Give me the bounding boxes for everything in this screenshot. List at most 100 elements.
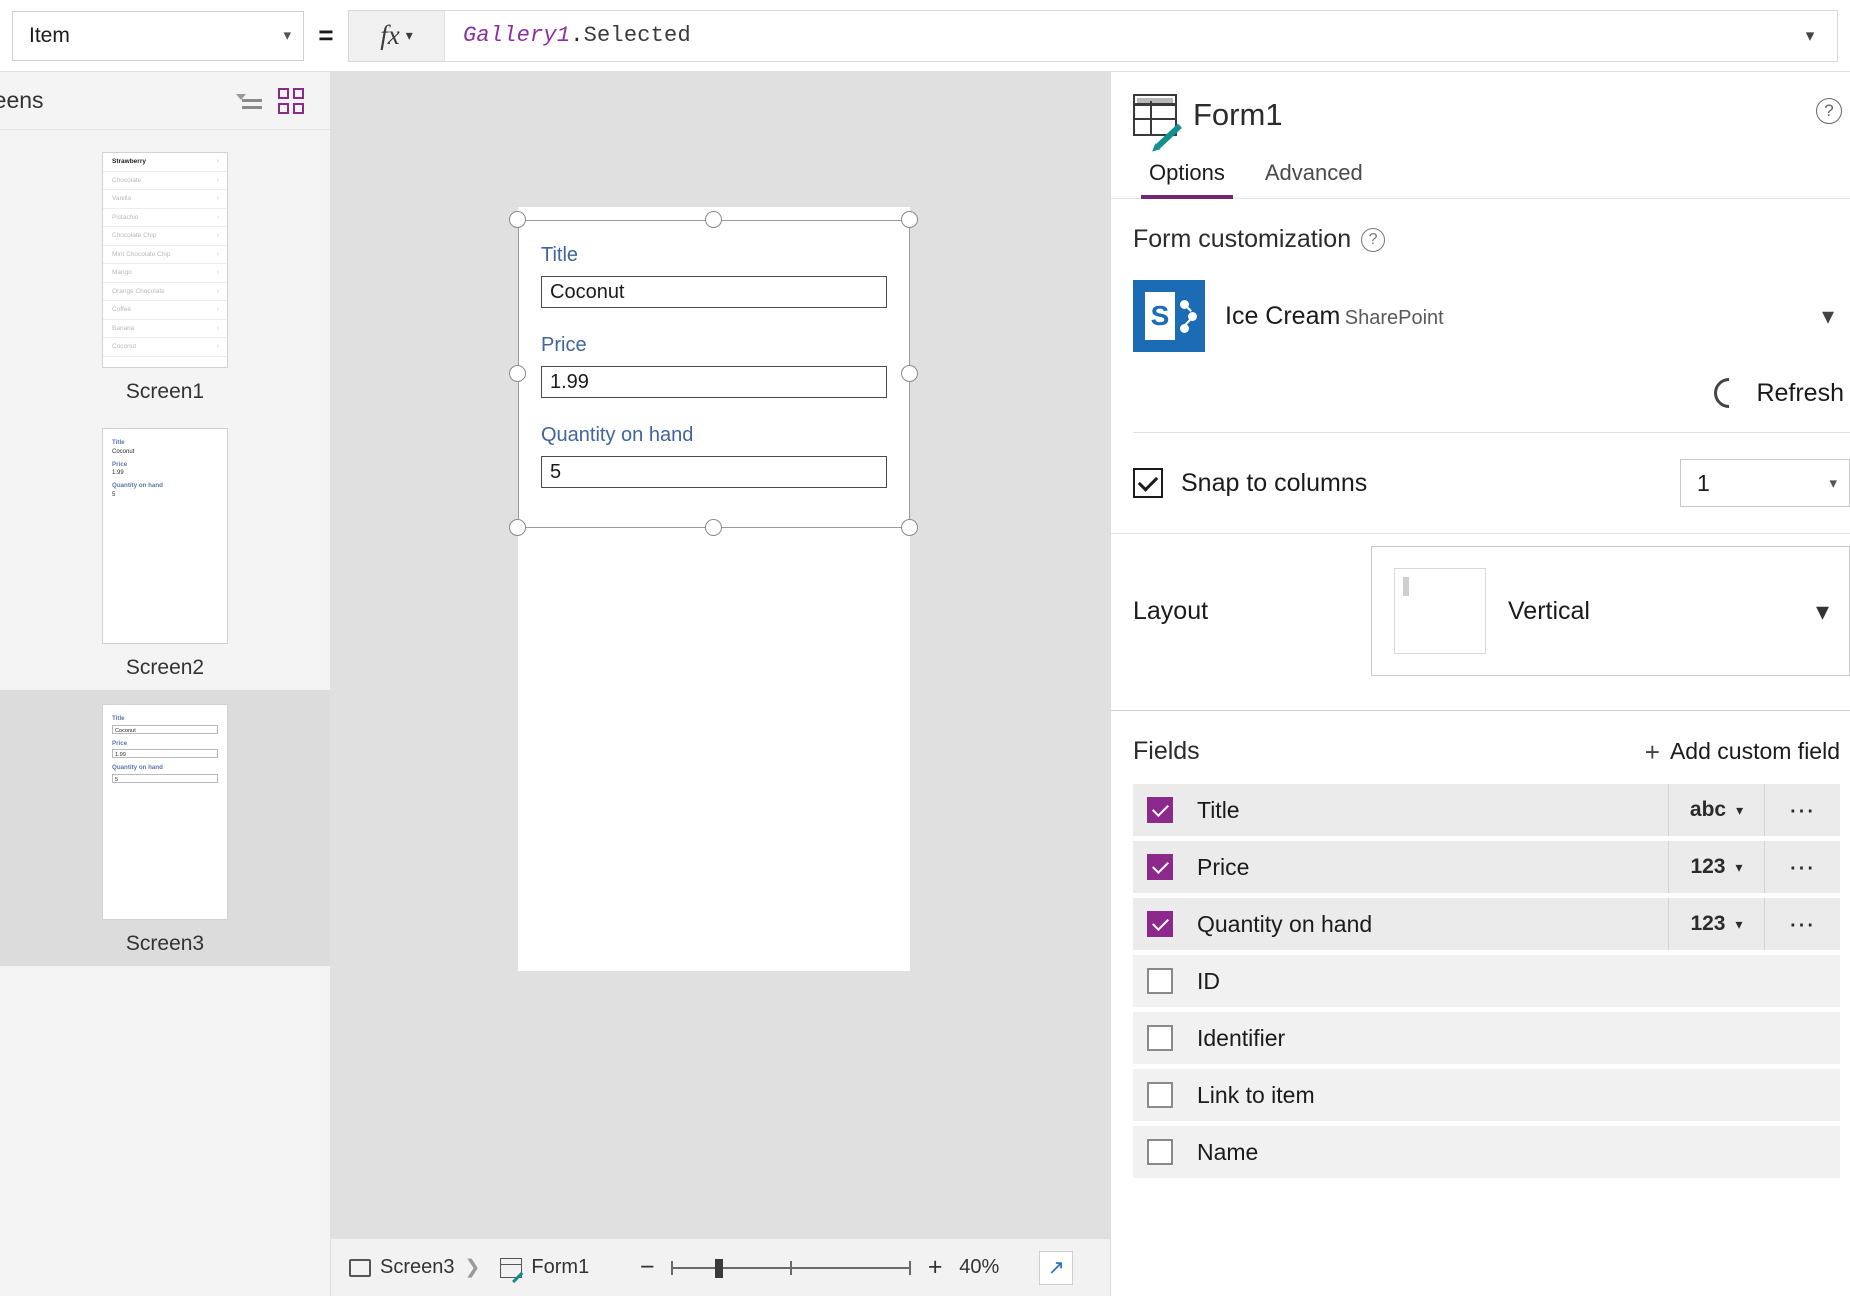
- field-row-price[interactable]: Price 123 ▾ ⋯: [1133, 841, 1840, 893]
- field-name: ID: [1197, 967, 1220, 994]
- help-icon[interactable]: ?: [1361, 227, 1386, 252]
- chevron-down-icon: ▾: [1829, 474, 1837, 492]
- chevron-right-icon: ›: [216, 343, 219, 351]
- form-icon: [1133, 94, 1183, 149]
- field-row-name[interactable]: Name: [1133, 1126, 1840, 1178]
- fit-to-screen-button[interactable]: ↗: [1039, 1250, 1074, 1285]
- snap-to-columns-row: Snap to columns 1 ▾: [1111, 433, 1850, 533]
- field-checkbox[interactable]: [1147, 968, 1173, 994]
- sidebar-header: reens: [0, 72, 330, 130]
- breadcrumb-control-label: Form1: [531, 1256, 590, 1278]
- chevron-down-icon: ▾: [1735, 858, 1743, 875]
- gallery-item-label: Coconut: [112, 343, 137, 351]
- resize-handle-top-right[interactable]: [901, 211, 918, 228]
- resize-handle-top-left[interactable]: [509, 211, 526, 228]
- field-more-options-icon[interactable]: ⋯: [1764, 784, 1840, 836]
- field-type-value: 123: [1690, 912, 1726, 935]
- field-checkbox[interactable]: [1147, 1082, 1173, 1108]
- field-name: Title: [1197, 796, 1240, 823]
- thumb-field-value: Coconut: [112, 448, 135, 455]
- columns-select[interactable]: 1 ▾: [1680, 459, 1850, 507]
- field-row-link-to-item[interactable]: Link to item: [1133, 1069, 1840, 1121]
- screen1-thumbnail: Strawberry › Chocolate › Vanilla › Pistachi…: [102, 152, 228, 368]
- tab-advanced[interactable]: Advanced: [1249, 154, 1379, 198]
- sidebar-item-screen3[interactable]: Title Coconut Price 1.99 Quantity on han…: [0, 690, 330, 966]
- field-more-options-icon[interactable]: ⋯: [1764, 841, 1840, 893]
- gallery-item-label: Banana: [112, 324, 135, 332]
- zoom-slider-tick: [909, 1260, 912, 1275]
- canvas-area[interactable]: Title Coconut Price 1.99 Quantity on han…: [331, 72, 1110, 1296]
- sidebar-item-screen2[interactable]: Title Coconut Price 1.99 Quantity on han…: [0, 414, 330, 690]
- zoom-slider-thumb[interactable]: [715, 1258, 724, 1278]
- chevron-down-icon: ▾: [405, 27, 413, 43]
- field-row-identifier[interactable]: Identifier: [1133, 1012, 1840, 1064]
- screen3-thumbnail: Title Coconut Price 1.99 Quantity on han…: [102, 704, 228, 920]
- formula-input[interactable]: Gallery1. Selected: [445, 11, 1783, 61]
- breadcrumb-control[interactable]: Form1: [482, 1256, 597, 1283]
- section-title-label: Form customization: [1133, 225, 1352, 253]
- formula-token-object: Gallery1: [463, 23, 571, 48]
- thumb-field-label: Quantity on hand: [112, 764, 163, 771]
- field-type-select[interactable]: 123 ▾: [1668, 898, 1764, 950]
- field-checkbox[interactable]: [1147, 797, 1173, 823]
- layout-label: Layout: [1133, 596, 1209, 625]
- resize-handle-top-center[interactable]: [705, 211, 722, 228]
- field-type-select[interactable]: 123 ▾: [1668, 841, 1764, 893]
- property-selector[interactable]: Item ▾: [12, 10, 304, 61]
- snap-to-columns-checkbox[interactable]: [1133, 468, 1163, 498]
- add-custom-field-button[interactable]: + Add custom field: [1645, 738, 1840, 765]
- zoom-out-button[interactable]: −: [637, 1255, 657, 1280]
- screen1-label: Screen1: [125, 380, 205, 403]
- panel-header: Form1 ?: [1111, 72, 1850, 149]
- field-name: Quantity on hand: [1197, 910, 1373, 937]
- chevron-down-icon[interactable]: ▾: [1822, 302, 1840, 331]
- field-name: Name: [1197, 1138, 1259, 1165]
- resize-handle-bottom-right[interactable]: [901, 519, 918, 536]
- selection-box: [518, 220, 910, 528]
- resize-handle-middle-left[interactable]: [509, 365, 526, 382]
- data-source-row[interactable]: S Ice Cream SharePoint ▾: [1133, 280, 1850, 352]
- section-title: Form customization ?: [1133, 225, 1850, 254]
- form-customization-section: Form customization ? S Ice Cream SharePo…: [1111, 199, 1850, 433]
- field-type-select[interactable]: abc ▾: [1668, 784, 1764, 836]
- field-checkbox[interactable]: [1147, 1025, 1173, 1051]
- field-row-title[interactable]: Title abc ▾ ⋯: [1133, 784, 1840, 836]
- zoom-in-button[interactable]: +: [925, 1255, 945, 1280]
- thumb-field-label: Price: [112, 739, 128, 747]
- resize-handle-bottom-left[interactable]: [509, 519, 526, 536]
- screen3-label: Screen3: [125, 932, 205, 955]
- field-more-options-icon[interactable]: ⋯: [1764, 898, 1840, 950]
- gallery-row: Vanilla ›: [103, 190, 227, 209]
- snap-to-columns-label: Snap to columns: [1181, 468, 1368, 497]
- tab-options[interactable]: Options: [1133, 154, 1241, 199]
- field-row-quantity-on-hand[interactable]: Quantity on hand 123 ▾ ⋯: [1133, 898, 1840, 950]
- gallery-item-label: Mango: [112, 269, 132, 277]
- grid-view-icon[interactable]: [270, 82, 312, 120]
- plus-icon: +: [1644, 736, 1660, 767]
- field-checkbox[interactable]: [1147, 1139, 1173, 1165]
- gallery-row: Banana ›: [103, 320, 227, 338]
- zoom-slider[interactable]: [671, 1257, 912, 1279]
- selected-form-control[interactable]: Title Coconut Price 1.99 Quantity on han…: [509, 211, 918, 536]
- breadcrumb-screen[interactable]: Screen3: [331, 1256, 463, 1279]
- resize-handle-bottom-center[interactable]: [705, 519, 722, 536]
- help-icon[interactable]: ?: [1816, 98, 1842, 124]
- screens-sidebar: reens Strawberry › Chocolate › Vanilla › Pi…: [0, 72, 331, 1296]
- field-checkbox[interactable]: [1147, 854, 1173, 880]
- field-row-id[interactable]: ID: [1133, 955, 1840, 1007]
- screens-list: Strawberry › Chocolate › Vanilla › Pistachi…: [0, 130, 330, 966]
- chevron-right-icon: ›: [216, 213, 219, 221]
- field-checkbox[interactable]: [1147, 911, 1173, 937]
- layout-select[interactable]: Vertical ▾: [1371, 546, 1850, 676]
- tree-view-icon[interactable]: [228, 82, 270, 120]
- gallery-row: Orange Chocolate ›: [103, 283, 227, 301]
- screen2-label: Screen2: [125, 656, 205, 679]
- fx-button[interactable]: fx ▾: [349, 10, 445, 61]
- refresh-label: Refresh: [1756, 378, 1844, 407]
- refresh-button[interactable]: Refresh: [1133, 371, 1850, 415]
- thumb-field-input: 5: [112, 773, 218, 783]
- resize-handle-middle-right[interactable]: [901, 365, 918, 382]
- gallery-row: Strawberry ›: [103, 153, 227, 172]
- sidebar-item-screen1[interactable]: Strawberry › Chocolate › Vanilla › Pistachi…: [0, 138, 330, 414]
- formula-expand-chevron-icon[interactable]: ▾: [1783, 11, 1837, 61]
